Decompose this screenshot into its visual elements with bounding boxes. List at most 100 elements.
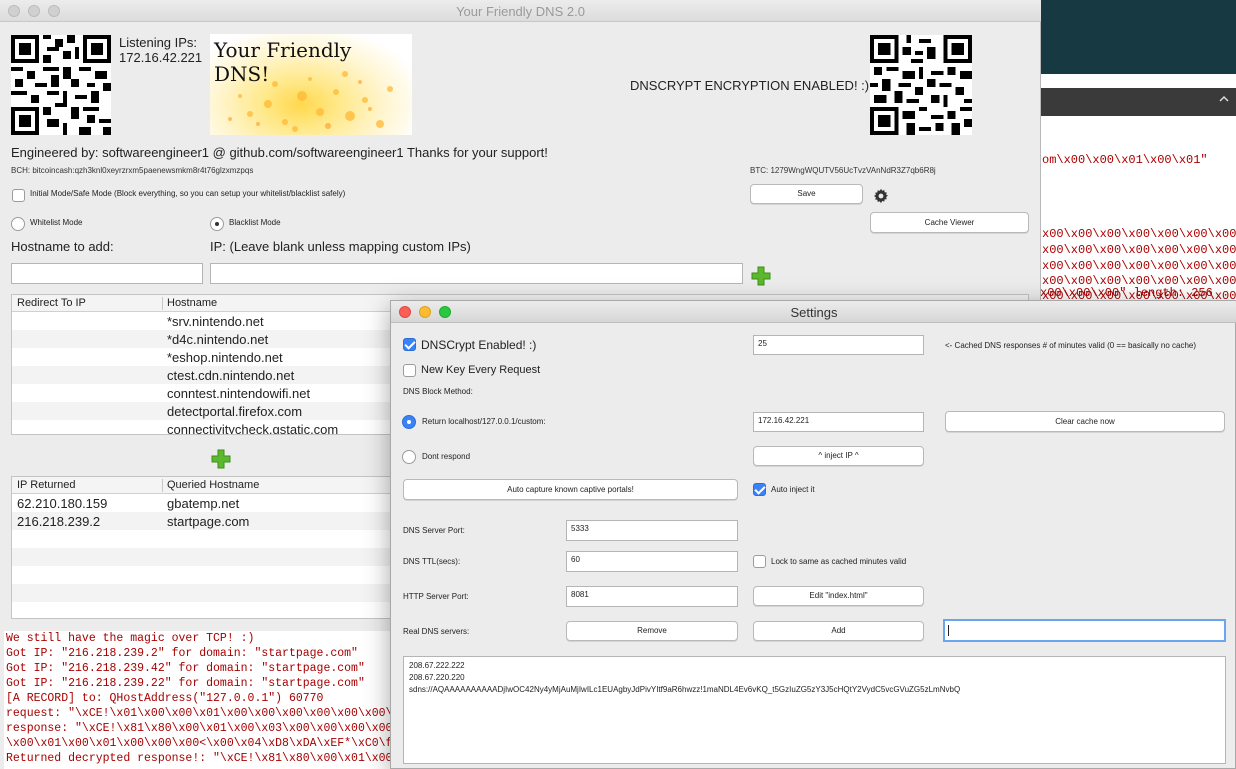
- table-row[interactable]: 216.218.239.2 startpage.com: [12, 512, 390, 530]
- table-header: IP Returned Queried Hostname: [12, 477, 390, 494]
- new-key-checkbox[interactable]: [403, 364, 416, 377]
- http-port-input[interactable]: 8081: [566, 586, 738, 607]
- cache-minutes-input[interactable]: 25: [753, 335, 924, 355]
- hostname-label: Hostname to add:: [11, 239, 114, 254]
- add-host-plus-icon[interactable]: [751, 266, 771, 286]
- clear-cache-button[interactable]: Clear cache now: [945, 411, 1225, 432]
- table-row: [12, 602, 390, 618]
- hostname-cell: conntest.nintendowifi.net: [167, 386, 311, 401]
- chevron-up-icon[interactable]: [1218, 93, 1230, 105]
- table-row: [12, 584, 390, 602]
- ip-input[interactable]: [210, 263, 743, 284]
- lock-ttl-label: Lock to same as cached minutes valid: [771, 557, 907, 566]
- column-header-ip-returned[interactable]: IP Returned: [17, 479, 76, 491]
- terminal-line: x00\x00\x00\x00\x00\x00\x00\x00: [1042, 259, 1236, 273]
- edit-index-button[interactable]: Edit "index.html": [753, 586, 924, 606]
- background-terminal-top: [1040, 0, 1236, 74]
- console-line: [A RECORD] to: QHostAddress("127.0.0.1")…: [6, 692, 324, 705]
- settings-title: Settings: [790, 305, 838, 320]
- terminal-line: om\x00\x00\x01\x00\x01": [1042, 153, 1208, 167]
- column-divider: [162, 479, 163, 492]
- list-item[interactable]: 208.67.222.222: [409, 660, 1220, 672]
- dnscrypt-label: DNSCrypt Enabled! :): [421, 338, 537, 352]
- bch-address: BCH: bitcoincash:qzh3knl0xeyrzrxm5paenew…: [11, 166, 254, 175]
- remove-server-button[interactable]: Remove: [566, 621, 738, 641]
- banner-title: Your Friendly DNS!: [214, 38, 352, 86]
- text-cursor: [948, 625, 949, 636]
- console-line: Got IP: "216.218.239.42" for domain: "st…: [6, 662, 365, 675]
- btc-address: BTC: 1279WngWQUTV56UcTvzVAnNdR3Z7qb6R8j: [750, 166, 936, 175]
- inject-ip-button[interactable]: ^ inject IP ^: [753, 446, 924, 466]
- return-localhost-radio[interactable]: [402, 415, 416, 429]
- blacklist-mode-radio[interactable]: [210, 217, 224, 231]
- console-output: We still have the magic over TCP! :) Got…: [4, 631, 390, 769]
- hostname-cell: connectivitycheck.gstatic.com: [167, 422, 339, 435]
- blacklist-mode-label: Blacklist Mode: [229, 218, 281, 227]
- auto-inject-checkbox[interactable]: [753, 483, 766, 496]
- hostname-cell: *d4c.nintendo.net: [167, 332, 269, 347]
- dont-respond-label: Dont respond: [422, 452, 471, 461]
- new-key-label: New Key Every Request: [421, 364, 541, 376]
- console-line: Returned decrypted response!: "\xCE!\x81…: [6, 752, 390, 765]
- table-body: 62.210.180.159 gbatemp.net 216.218.239.2…: [12, 494, 390, 618]
- listening-ips-label: Listening IPs:: [119, 35, 198, 50]
- cache-minutes-label: <- Cached DNS responses # of minutes val…: [945, 341, 1197, 350]
- hostname-cell: *srv.nintendo.net: [167, 314, 264, 329]
- initial-mode-label: Initial Mode/Safe Mode (Block everything…: [30, 189, 346, 198]
- column-header-hostname[interactable]: Hostname: [167, 297, 217, 309]
- console-line: Got IP: "216.218.239.22" for domain: "st…: [6, 677, 365, 690]
- background-terminal-toolbar: [1040, 88, 1236, 116]
- gear-icon[interactable]: [873, 188, 889, 204]
- table-row: [12, 530, 390, 548]
- ip-label: IP: (Leave blank unless mapping custom I…: [210, 239, 471, 254]
- initial-mode-checkbox[interactable]: [12, 189, 25, 202]
- hostname-cell: *eshop.nintendo.net: [167, 350, 283, 365]
- column-header-redirect-ip[interactable]: Redirect To IP: [17, 297, 86, 309]
- column-header-queried-hostname[interactable]: Queried Hostname: [167, 479, 259, 491]
- dns-ttl-input[interactable]: 60: [566, 551, 738, 572]
- console-line: Got IP: "216.218.239.2" for domain: "sta…: [6, 647, 358, 660]
- banner-image: Your Friendly DNS!: [210, 34, 412, 135]
- table-row[interactable]: 62.210.180.159 gbatemp.net: [12, 494, 390, 512]
- save-button[interactable]: Save: [750, 184, 863, 204]
- dns-port-label: DNS Server Port:: [403, 526, 465, 535]
- hostname-input[interactable]: [11, 263, 203, 284]
- auto-capture-button[interactable]: Auto capture known captive portals!: [403, 479, 738, 500]
- lock-ttl-checkbox[interactable]: [753, 555, 766, 568]
- dns-port-input[interactable]: 5333: [566, 520, 738, 541]
- http-port-label: HTTP Server Port:: [403, 592, 469, 601]
- ip-cell: 216.218.239.2: [17, 514, 101, 529]
- hostname-cell: ctest.cdn.nintendo.net: [167, 368, 295, 383]
- cache-viewer-button[interactable]: Cache Viewer: [870, 212, 1029, 233]
- add-server-button[interactable]: Add: [753, 621, 924, 641]
- dont-respond-radio[interactable]: [402, 450, 416, 464]
- list-item[interactable]: 208.67.220.220: [409, 672, 1220, 684]
- window-title: Your Friendly DNS 2.0: [456, 4, 585, 19]
- whitelist-mode-radio[interactable]: [11, 217, 25, 231]
- terminal-line: x00\x00\x00\x00\x00\x00\x00\x00: [1042, 243, 1236, 257]
- dnscrypt-checkbox[interactable]: [403, 338, 416, 351]
- table-row: [12, 548, 390, 566]
- console-line: request: "\xCE!\x01\x00\x00\x01\x00\x00\…: [6, 707, 390, 720]
- terminal-line: x00\x00\x00\x00\x00\x00\x00\x00: [1042, 227, 1236, 241]
- bch-qr-code: [11, 35, 111, 135]
- console-line: \x00\x01\x00\x01\x00\x00\x00<\x00\x04\xD…: [6, 737, 390, 750]
- add-query-plus-icon[interactable]: [211, 449, 231, 469]
- real-dns-label: Real DNS servers:: [403, 627, 470, 636]
- list-item[interactable]: sdns://AQAAAAAAAAAADjIwOC42Ny4yMjAuMjIwI…: [409, 684, 1220, 696]
- background-terminal-output: om\x00\x00\x01\x00\x01" x00\x00\x00\x00\…: [1040, 116, 1236, 306]
- console-line: response: "\xCE!\x81\x80\x00\x01\x00\x03…: [6, 722, 390, 735]
- btc-qr-code: [870, 35, 972, 135]
- custom-ip-input[interactable]: 172.16.42.221: [753, 412, 924, 432]
- settings-window: Settings DNSCrypt Enabled! :) New Key Ev…: [390, 300, 1236, 769]
- dns-ttl-label: DNS TTL(secs):: [403, 557, 461, 566]
- new-server-input[interactable]: [943, 619, 1226, 642]
- dns-servers-list[interactable]: 208.67.222.222 208.67.220.220 sdns://AQA…: [403, 656, 1226, 764]
- credits-text: Engineered by: softwareengineer1 @ githu…: [11, 145, 548, 160]
- whitelist-mode-label: Whitelist Mode: [30, 218, 83, 227]
- main-titlebar: Your Friendly DNS 2.0: [0, 0, 1041, 22]
- hostname-cell: gbatemp.net: [167, 496, 240, 511]
- block-method-label: DNS Block Method:: [403, 387, 473, 396]
- hostname-cell: startpage.com: [167, 514, 250, 529]
- ip-cell: 62.210.180.159: [17, 496, 108, 511]
